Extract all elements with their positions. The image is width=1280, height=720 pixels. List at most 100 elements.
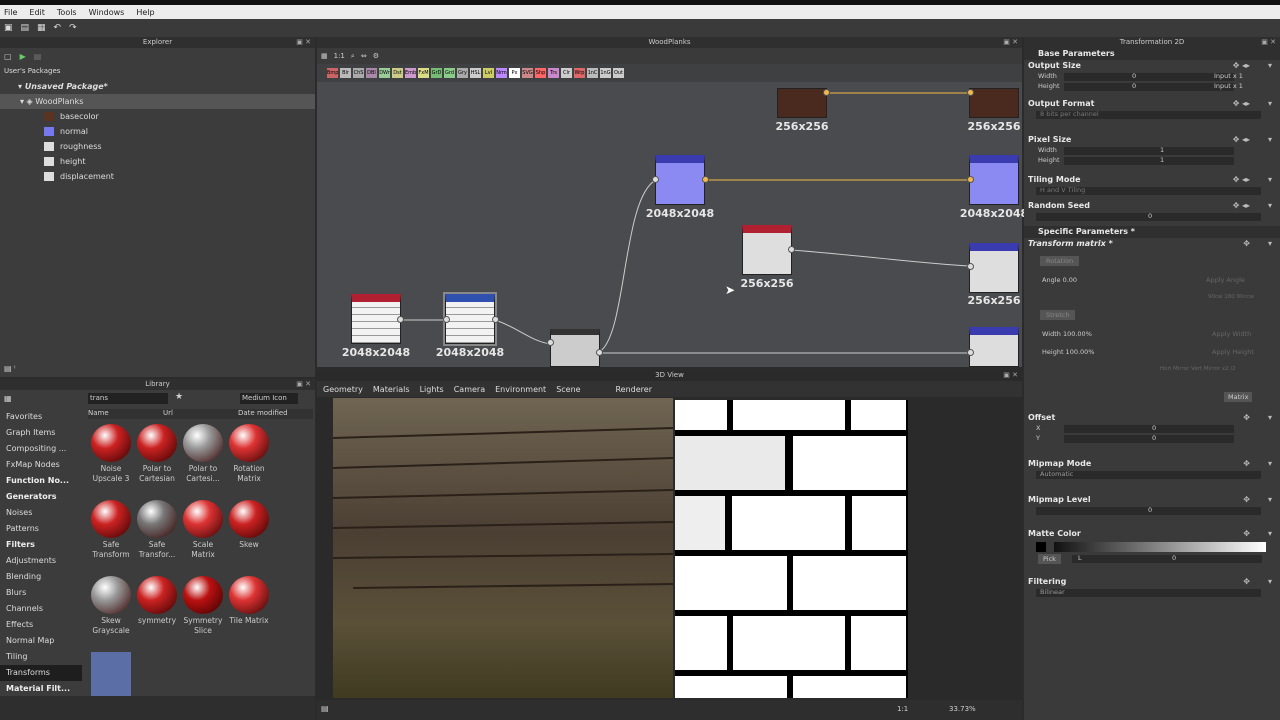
pixel-width-field[interactable]: Width 1 xyxy=(1024,146,1280,156)
offset-y-field[interactable]: Y0 xyxy=(1024,434,1280,444)
offset-x-field[interactable]: X0 xyxy=(1024,424,1280,434)
port[interactable] xyxy=(652,176,659,183)
library-category[interactable]: Blurs xyxy=(0,585,82,601)
mipmap-mode-select[interactable]: Automatic xyxy=(1024,470,1280,480)
column-name[interactable]: Name xyxy=(88,409,163,419)
view3d-tab[interactable]: Environment xyxy=(495,385,546,394)
view3d-tab[interactable]: Scene xyxy=(556,385,580,394)
library-category[interactable]: Material Filt... xyxy=(0,681,82,697)
port[interactable] xyxy=(823,89,830,96)
blend-node[interactable] xyxy=(550,329,600,367)
view3d-tab[interactable]: Materials xyxy=(373,385,410,394)
column-url[interactable]: Url xyxy=(163,409,238,419)
port[interactable] xyxy=(967,89,974,96)
library-item[interactable]: Skew Grayscale xyxy=(88,576,134,636)
normal-output-node[interactable] xyxy=(969,155,1019,205)
explorer-new-icon[interactable]: ▢ xyxy=(4,52,12,61)
favorite-star-icon[interactable]: ★ xyxy=(175,392,183,402)
library-category[interactable]: Transforms xyxy=(0,665,82,681)
view3d-tab[interactable]: Renderer xyxy=(615,385,652,394)
status-menu-icon[interactable]: ▤ xyxy=(321,704,329,713)
port[interactable] xyxy=(967,263,974,270)
menu-windows[interactable]: Windows xyxy=(89,8,125,17)
tree-output-item[interactable]: displacement xyxy=(0,169,315,184)
output-format-select[interactable]: 8 bits per channel xyxy=(1024,110,1280,120)
view3d-tab[interactable]: Geometry xyxy=(323,385,363,394)
tree-output-item[interactable]: basecolor xyxy=(0,109,315,124)
pixel-height-field[interactable]: Height 1 xyxy=(1024,156,1280,166)
play-icon[interactable]: ▶ xyxy=(20,52,26,61)
port[interactable] xyxy=(443,316,450,323)
library-category[interactable]: Channels xyxy=(0,601,82,617)
library-category[interactable]: Adjustments xyxy=(0,553,82,569)
tree-root[interactable]: User's Packages xyxy=(0,64,315,79)
specific-parameters-header[interactable]: Specific Parameters * xyxy=(1024,226,1280,238)
library-item[interactable]: Rotation Matrix xyxy=(226,424,272,484)
library-category[interactable]: Generators xyxy=(0,489,82,505)
library-item[interactable]: Polar to Cartesi... xyxy=(180,424,226,484)
library-category[interactable]: Patterns xyxy=(0,521,82,537)
3d-viewport[interactable] xyxy=(332,398,674,698)
redo-icon[interactable]: ↷ xyxy=(69,23,77,33)
mipmap-level-field[interactable]: 0 xyxy=(1024,506,1280,516)
library-item[interactable]: Noise Upscale 3 xyxy=(88,424,134,484)
view-mode-select[interactable]: Medium Icon xyxy=(240,393,298,404)
library-category[interactable]: Noises xyxy=(0,505,82,521)
tree-output-item[interactable]: normal xyxy=(0,124,315,139)
stretch-width-field[interactable]: Width 100.00% Apply Width xyxy=(1024,330,1280,340)
explorer-info-icon[interactable]: ▤ ⁱ xyxy=(4,364,16,373)
basecolor-output-node[interactable] xyxy=(969,88,1019,118)
publish-icon[interactable]: ▤ xyxy=(34,52,42,61)
menu-tools[interactable]: Tools xyxy=(57,8,77,17)
port[interactable] xyxy=(397,316,404,323)
random-seed-field[interactable]: 0 xyxy=(1024,212,1280,222)
library-item[interactable]: Scale Matrix xyxy=(180,500,226,560)
normal-node[interactable] xyxy=(655,155,705,205)
library-category[interactable]: Effects xyxy=(0,617,82,633)
library-search-input[interactable]: trans xyxy=(88,393,168,404)
transformation-2d-node[interactable] xyxy=(443,292,497,346)
view3d-tab[interactable]: Camera xyxy=(454,385,485,394)
library-item[interactable]: Symmetry Slice xyxy=(180,576,226,636)
library-category[interactable]: Graph Items xyxy=(0,425,82,441)
graph-view[interactable]: WoodPlanks ▣ ✕ ▦ 1:1 ⌕ ⇔ ⚙ Bmp Blr ChS DBl DW… xyxy=(317,37,1028,367)
matte-color-gradient[interactable] xyxy=(1024,540,1280,554)
angle-presets[interactable]: 90cw 180 90ccw xyxy=(1024,294,1280,304)
brown-node[interactable] xyxy=(777,88,827,118)
library-item[interactable]: Polar to Cartesian xyxy=(134,424,180,484)
uniform-color-node[interactable] xyxy=(742,225,792,275)
library-category[interactable]: Compositing ... xyxy=(0,441,82,457)
tree-graph[interactable]: ▾ ◈ WoodPlanks xyxy=(0,94,315,109)
port[interactable] xyxy=(967,349,974,356)
tree-output-item[interactable]: roughness xyxy=(0,139,315,154)
matte-pick-row[interactable]: Pick L 0 xyxy=(1024,554,1280,564)
tree-output-item[interactable]: height xyxy=(0,154,315,169)
bricks-node[interactable] xyxy=(351,294,401,344)
output-height-field[interactable]: Height 0 Input x 1 xyxy=(1024,82,1280,92)
port[interactable] xyxy=(596,349,603,356)
stretch-height-field[interactable]: Height 100.00% Apply Height xyxy=(1024,348,1280,358)
library-item[interactable]: Tile Matrix xyxy=(226,576,272,626)
undo-icon[interactable]: ↶ xyxy=(54,23,62,33)
roughness-output-node[interactable] xyxy=(969,243,1019,293)
tree-package[interactable]: ▾ Unsaved Package* xyxy=(0,79,315,94)
column-date[interactable]: Date modified xyxy=(238,409,288,419)
rotation-tab[interactable]: Rotation xyxy=(1024,256,1280,266)
library-item[interactable]: Safe Transform xyxy=(88,500,134,560)
library-category[interactable]: Favorites xyxy=(0,409,82,425)
new-icon[interactable]: ▣ xyxy=(4,23,13,33)
view2d-ratio[interactable]: 1:1 xyxy=(897,705,908,713)
angle-field[interactable]: Angle 0.00 Apply Angle xyxy=(1024,276,1280,286)
library-category[interactable]: Function No... xyxy=(0,473,82,489)
library-category[interactable]: Normal Map xyxy=(0,633,82,649)
matrix-button[interactable]: Matrix xyxy=(1024,392,1280,402)
port[interactable] xyxy=(788,246,795,253)
base-parameters-header[interactable]: Base Parameters xyxy=(1024,48,1280,60)
menu-file[interactable]: File xyxy=(4,8,17,17)
port[interactable] xyxy=(967,176,974,183)
library-category[interactable]: Blending xyxy=(0,569,82,585)
library-item[interactable]: Safe Transfor... xyxy=(134,500,180,560)
output-width-field[interactable]: Width 0 Input x 1 xyxy=(1024,72,1280,82)
port[interactable] xyxy=(547,339,554,346)
mirror-buttons[interactable]: Hori Mirror Vert Mirror x2 /2 xyxy=(1024,366,1280,376)
